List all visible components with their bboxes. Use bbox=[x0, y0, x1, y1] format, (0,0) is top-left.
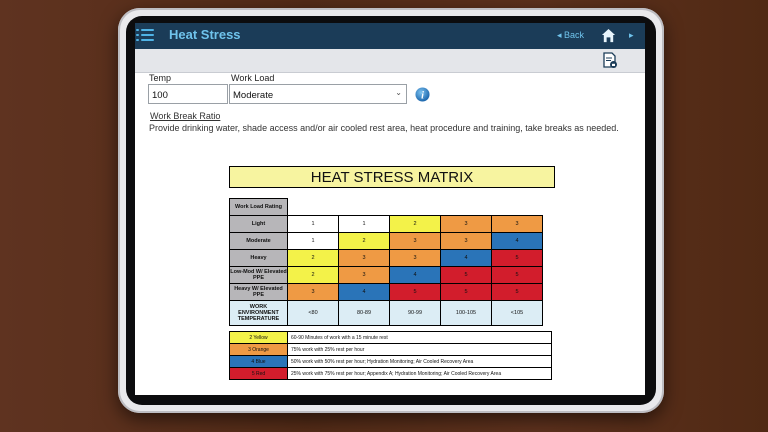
back-arrow-icon: ◂ bbox=[557, 30, 562, 40]
menu-icon[interactable] bbox=[136, 28, 154, 44]
legend-row: 5 Red 25% work with 75% rest per hour; Ap… bbox=[229, 367, 552, 380]
matrix-cell: 5 bbox=[491, 283, 543, 301]
matrix-cell: 3 bbox=[491, 215, 543, 233]
matrix-row: Low-Mod W/ Elevated PPE 2 3 4 5 5 bbox=[229, 266, 543, 284]
temp-cell: <80 bbox=[287, 300, 339, 326]
row-label: Light bbox=[229, 215, 288, 233]
matrix-cell: 4 bbox=[440, 249, 492, 267]
matrix-cell: 5 bbox=[440, 283, 492, 301]
temp-cell: 90-99 bbox=[389, 300, 441, 326]
matrix-cell: 1 bbox=[338, 215, 390, 233]
temp-cell: 100-105 bbox=[440, 300, 492, 326]
workload-value: Moderate bbox=[233, 90, 274, 101]
header-workload-rating: Work Load Rating bbox=[229, 198, 288, 216]
row-label: Heavy bbox=[229, 249, 288, 267]
matrix-row: Heavy 2 3 3 4 5 bbox=[229, 249, 543, 267]
app-screen: Heat Stress ◂ Back ▸ Temp 100 Work Load … bbox=[135, 23, 645, 395]
legend-swatch: 4 Blue bbox=[229, 355, 288, 368]
legend-text: 25% work with 75% rest per hour; Appendi… bbox=[287, 367, 552, 380]
matrix-cell: 4 bbox=[491, 232, 543, 250]
matrix-legend: 2 Yellow 60-90 Minutes of work with a 15 … bbox=[229, 331, 552, 380]
row-label: Low-Mod W/ Elevated PPE bbox=[229, 266, 288, 284]
temp-label: Temp bbox=[149, 73, 172, 83]
matrix-cell: 4 bbox=[389, 266, 441, 284]
temp-cell: <105 bbox=[491, 300, 543, 326]
matrix-cell: 5 bbox=[389, 283, 441, 301]
legend-row: 4 Blue 50% work with 50% rest per hour; H… bbox=[229, 355, 552, 368]
svg-text:i: i bbox=[421, 91, 424, 102]
legend-swatch: 2 Yellow bbox=[229, 331, 288, 344]
matrix-cell: 3 bbox=[287, 283, 339, 301]
footer-label: WORK ENVIRONMENT TEMPERATURE bbox=[229, 300, 288, 326]
matrix-header-row: Work Load Rating bbox=[229, 198, 543, 216]
workload-select[interactable]: Moderate ⌄ bbox=[229, 84, 407, 104]
matrix-cell: 1 bbox=[287, 215, 339, 233]
temp-cell: 80-89 bbox=[338, 300, 390, 326]
matrix-row: Moderate 1 2 3 3 4 bbox=[229, 232, 543, 250]
matrix-cell: 5 bbox=[491, 249, 543, 267]
matrix-cell: 2 bbox=[389, 215, 441, 233]
chevron-down-icon: ⌄ bbox=[395, 88, 402, 97]
matrix-cell: 5 bbox=[440, 266, 492, 284]
matrix-footer-row: WORK ENVIRONMENT TEMPERATURE <80 80-89 9… bbox=[229, 300, 543, 326]
legend-text: 50% work with 50% rest per hour; Hydrati… bbox=[287, 355, 552, 368]
work-break-ratio-text: Provide drinking water, shade access and… bbox=[149, 123, 619, 133]
legend-swatch: 5 Red bbox=[229, 367, 288, 380]
legend-row: 3 Orange 75% work with 25% rest per hour bbox=[229, 343, 552, 356]
matrix-cell: 3 bbox=[389, 232, 441, 250]
legend-row: 2 Yellow 60-90 Minutes of work with a 15 … bbox=[229, 331, 552, 344]
legend-text: 75% work with 25% rest per hour bbox=[287, 343, 552, 356]
top-nav-bar: Heat Stress ◂ Back ▸ bbox=[135, 23, 645, 49]
forward-arrow-icon[interactable]: ▸ bbox=[629, 30, 634, 41]
matrix-cell: 2 bbox=[338, 232, 390, 250]
info-icon[interactable]: i bbox=[415, 87, 430, 102]
legend-swatch: 3 Orange bbox=[229, 343, 288, 356]
document-lock-icon[interactable] bbox=[602, 52, 618, 69]
home-icon[interactable] bbox=[601, 28, 616, 43]
workload-label: Work Load bbox=[231, 73, 275, 83]
toolbar bbox=[135, 49, 645, 73]
matrix-cell: 5 bbox=[491, 266, 543, 284]
heat-stress-matrix: Work Load Rating Light 1 1 2 3 3 Moderate 1 2 3 3 4… bbox=[229, 198, 543, 326]
matrix-cell: 3 bbox=[440, 215, 492, 233]
page-title: Heat Stress bbox=[169, 27, 241, 42]
matrix-cell: 3 bbox=[389, 249, 441, 267]
matrix-cell: 3 bbox=[440, 232, 492, 250]
matrix-cell: 2 bbox=[287, 249, 339, 267]
legend-text: 60-90 Minutes of work with a 15 minute r… bbox=[287, 331, 552, 344]
back-label: Back bbox=[564, 30, 585, 40]
matrix-row: Light 1 1 2 3 3 bbox=[229, 215, 543, 233]
work-break-ratio-title: Work Break Ratio bbox=[150, 111, 221, 121]
matrix-cell: 3 bbox=[338, 266, 390, 284]
matrix-cell: 4 bbox=[338, 283, 390, 301]
matrix-cell: 1 bbox=[287, 232, 339, 250]
matrix-cell: 2 bbox=[287, 266, 339, 284]
matrix-cell: 3 bbox=[338, 249, 390, 267]
row-label: Moderate bbox=[229, 232, 288, 250]
matrix-row: Heavy W/ Elevated PPE 3 4 5 5 5 bbox=[229, 283, 543, 301]
temp-input[interactable]: 100 bbox=[148, 84, 228, 104]
matrix-title: HEAT STRESS MATRIX bbox=[229, 166, 555, 188]
back-button[interactable]: ◂ Back bbox=[557, 30, 584, 41]
row-label: Heavy W/ Elevated PPE bbox=[229, 283, 288, 301]
